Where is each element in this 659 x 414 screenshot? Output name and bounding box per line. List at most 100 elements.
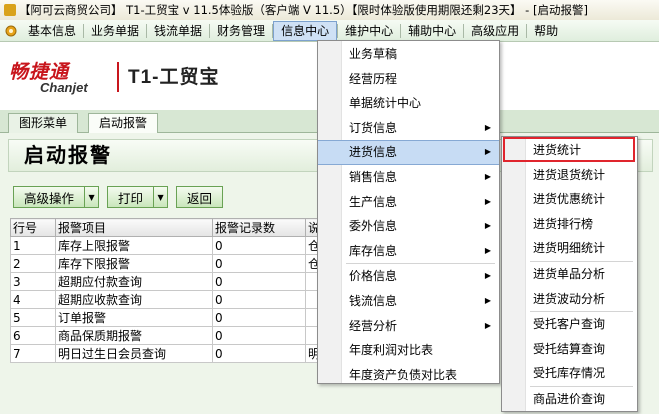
window-title: 【阿可云商贸公司】 T1-工贸宝 v 11.5体验版（客户端 V 11.5）【限… bbox=[19, 3, 588, 17]
product-name: T1-工贸宝 bbox=[128, 67, 220, 88]
alarm-item: 超期应收款查询 bbox=[55, 290, 213, 309]
record-count: 0 bbox=[212, 308, 306, 327]
alarm-item: 商品保质期报警 bbox=[55, 326, 213, 345]
menu-advanced[interactable]: 高级应用 bbox=[464, 21, 526, 41]
table-header-row: 行号 报警项目 报警记录数 说 bbox=[10, 218, 322, 237]
menu-item-label: 订货信息 bbox=[349, 120, 398, 135]
menu-item-label: 业务草稿 bbox=[349, 47, 398, 61]
menu-item-purchase-return-stats[interactable]: 进货退货统计 bbox=[502, 163, 637, 188]
print-button[interactable]: 打印 ▼ bbox=[107, 186, 169, 208]
menu-maintenance[interactable]: 维护中心 bbox=[338, 21, 400, 41]
gear-icon[interactable] bbox=[3, 23, 19, 39]
menu-auxiliary[interactable]: 辅助中心 bbox=[401, 21, 463, 41]
menu-item-label: 经营历程 bbox=[349, 71, 398, 86]
back-button[interactable]: 返回 bbox=[176, 186, 224, 208]
brand-divider bbox=[117, 62, 119, 92]
menu-item-consign-stock[interactable]: 受托库存情况 bbox=[502, 361, 637, 386]
menu-item-purchase-item-analysis[interactable]: 进货单品分析 bbox=[502, 262, 637, 287]
alarm-item: 超期应付款查询 bbox=[55, 272, 213, 291]
menu-item-profit-compare[interactable]: 年度利润对比表 bbox=[318, 338, 499, 363]
title-bar: 【阿可云商贸公司】 T1-工贸宝 v 11.5体验版（客户端 V 11.5）【限… bbox=[0, 0, 659, 20]
submenu-arrow-icon: ▶ bbox=[484, 196, 491, 206]
purchase-info-submenu: 进货统计 进货退货统计 进货优惠统计 进货排行榜 进货明细统计 进货单品分析 进… bbox=[501, 136, 638, 412]
row-no: 1 bbox=[10, 236, 56, 255]
menu-item-label: 商品进价查询 bbox=[533, 391, 606, 406]
menu-item-cashflow-info[interactable]: 钱流信息 ▶ bbox=[318, 289, 499, 314]
submenu-arrow-icon: ▶ bbox=[484, 245, 491, 255]
table-row[interactable]: 3 超期应付款查询 0 bbox=[10, 272, 322, 291]
menu-item-business-analysis[interactable]: 经营分析 ▶ bbox=[318, 314, 499, 339]
menu-item-history[interactable]: 经营历程 bbox=[318, 67, 499, 92]
menu-help[interactable]: 帮助 bbox=[527, 21, 565, 41]
menu-item-doc-stats[interactable]: 单据统计中心 bbox=[318, 91, 499, 116]
alarm-item: 订单报警 bbox=[55, 308, 213, 327]
menu-item-label: 钱流信息 bbox=[349, 293, 398, 308]
menu-item-purchase-detail-stats[interactable]: 进货明细统计 bbox=[502, 236, 637, 261]
table-row[interactable]: 2 库存下限报警 0 仓 bbox=[10, 254, 322, 273]
table-row[interactable]: 5 订单报警 0 bbox=[10, 308, 322, 327]
menu-item-production-info[interactable]: 生产信息 ▶ bbox=[318, 190, 499, 215]
menu-finance[interactable]: 财务管理 bbox=[210, 21, 272, 41]
alarm-item: 明日过生日会员查询 bbox=[55, 344, 213, 363]
menu-item-label: 受托结算查询 bbox=[533, 341, 606, 356]
menu-item-purchase-ranking[interactable]: 进货排行榜 bbox=[502, 212, 637, 237]
record-count: 0 bbox=[212, 254, 306, 273]
submenu-arrow-icon: ▶ bbox=[484, 271, 491, 281]
menu-item-label: 年度利润对比表 bbox=[349, 343, 434, 358]
menu-item-purchase-stats[interactable]: 进货统计 bbox=[502, 138, 637, 163]
table-row[interactable]: 6 商品保质期报警 0 bbox=[10, 326, 322, 345]
menu-item-consign-settlement[interactable]: 受托结算查询 bbox=[502, 337, 637, 362]
menu-item-label: 生产信息 bbox=[349, 194, 398, 209]
menu-item-label: 进货信息 bbox=[349, 145, 398, 160]
submenu-arrow-icon: ▶ bbox=[484, 122, 491, 132]
menu-item-purchase-discount-stats[interactable]: 进货优惠统计 bbox=[502, 187, 637, 212]
submenu-arrow-icon: ▶ bbox=[484, 171, 491, 181]
menu-business-docs[interactable]: 业务单据 bbox=[84, 21, 146, 41]
print-label: 打印 bbox=[118, 190, 144, 206]
table-row[interactable]: 7 明日过生日会员查询 0 明 bbox=[10, 344, 322, 363]
alarm-item: 库存下限报警 bbox=[55, 254, 213, 273]
menu-item-purchase-fluctuation[interactable]: 进货波动分析 bbox=[502, 287, 637, 312]
chevron-down-icon[interactable]: ▼ bbox=[84, 187, 98, 207]
col-header-record-count[interactable]: 报警记录数 bbox=[212, 218, 306, 237]
submenu-arrow-icon: ▶ bbox=[484, 221, 491, 231]
menu-item-purchase-price-query[interactable]: 商品进价查询 bbox=[502, 387, 637, 412]
row-no: 5 bbox=[10, 308, 56, 327]
menu-item-stock-info[interactable]: 库存信息 ▶ bbox=[318, 239, 499, 264]
table-row[interactable]: 4 超期应收款查询 0 bbox=[10, 290, 322, 309]
menu-item-consign-customer[interactable]: 受托客户查询 bbox=[502, 312, 637, 337]
menu-item-label: 受托客户查询 bbox=[533, 317, 606, 332]
submenu-arrow-icon: ▶ bbox=[484, 295, 491, 305]
alarm-table: 行号 报警项目 报警记录数 说 1 库存上限报警 0 仓 2 库存下限报警 0 … bbox=[10, 218, 322, 363]
back-label: 返回 bbox=[187, 190, 213, 206]
menu-info-center[interactable]: 信息中心 bbox=[273, 20, 338, 41]
menu-item-label: 委外信息 bbox=[349, 219, 398, 234]
menu-item-purchase-info[interactable]: 进货信息 ▶ bbox=[318, 140, 499, 165]
menu-item-sales-info[interactable]: 销售信息 ▶ bbox=[318, 165, 499, 190]
menu-item-drafts[interactable]: 业务草稿 bbox=[318, 42, 499, 67]
col-header-alarm-item[interactable]: 报警项目 bbox=[55, 218, 213, 237]
menu-cash-docs[interactable]: 钱流单据 bbox=[147, 21, 209, 41]
menu-item-label: 进货波动分析 bbox=[533, 291, 606, 306]
menu-item-balance-compare[interactable]: 年度资产负债对比表 bbox=[318, 363, 499, 388]
tab-startup-alarm[interactable]: 启动报警 bbox=[88, 113, 159, 134]
menu-item-price-info[interactable]: 价格信息 ▶ bbox=[318, 264, 499, 289]
chevron-down-icon[interactable]: ▼ bbox=[153, 187, 167, 207]
menu-item-order-info[interactable]: 订货信息 ▶ bbox=[318, 116, 499, 141]
submenu-arrow-icon: ▶ bbox=[484, 320, 491, 330]
col-header-row-no[interactable]: 行号 bbox=[10, 218, 56, 237]
record-count: 0 bbox=[212, 290, 306, 309]
table-row[interactable]: 1 库存上限报警 0 仓 bbox=[10, 236, 322, 255]
menu-item-label: 进货退货统计 bbox=[533, 167, 606, 182]
record-count: 0 bbox=[212, 236, 306, 255]
tab-graphic-menu[interactable]: 图形菜单 bbox=[8, 113, 79, 133]
menu-item-label: 单据统计中心 bbox=[349, 96, 422, 111]
menu-item-label: 经营分析 bbox=[349, 318, 398, 333]
record-count: 0 bbox=[212, 344, 306, 363]
menu-item-label: 销售信息 bbox=[349, 169, 398, 184]
advanced-ops-button[interactable]: 高级操作 ▼ bbox=[13, 186, 100, 208]
menu-bar: 基本信息 业务单据 钱流单据 财务管理 信息中心 维护中心 辅助中心 高级应用 … bbox=[0, 20, 659, 42]
menu-basic-info[interactable]: 基本信息 bbox=[21, 21, 83, 41]
row-no: 6 bbox=[10, 326, 56, 345]
menu-item-outsourcing-info[interactable]: 委外信息 ▶ bbox=[318, 214, 499, 239]
